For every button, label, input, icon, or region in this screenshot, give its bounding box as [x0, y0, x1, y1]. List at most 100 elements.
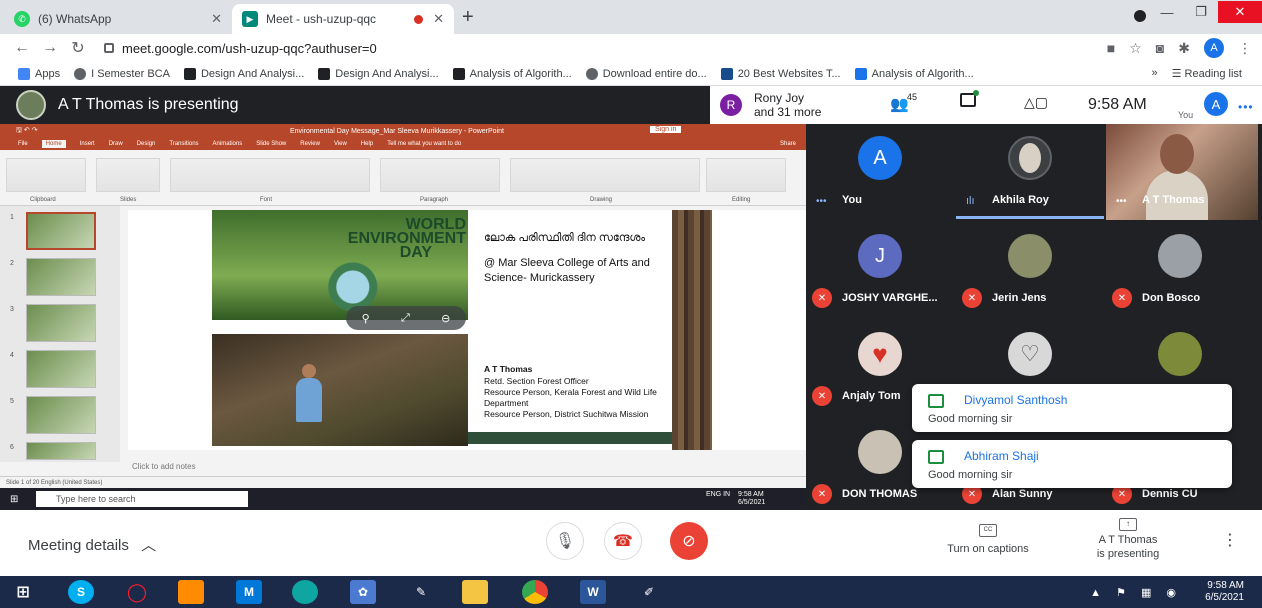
avatar — [858, 430, 902, 474]
ppt-tab: Slide Show — [256, 141, 287, 147]
participant-tile[interactable]: ✕ Don Bosco — [1106, 222, 1254, 318]
leave-call-button[interactable]: ☎ — [604, 522, 642, 560]
paint-icon[interactable]: ✐ — [636, 580, 662, 604]
skype-icon[interactable]: S — [68, 580, 94, 604]
captions-button[interactable]: CC Turn on captions — [938, 522, 1038, 555]
chrome-icon[interactable] — [522, 580, 548, 604]
slide-thumb — [26, 212, 96, 250]
windows-start-icon[interactable]: ⊞ — [10, 580, 36, 604]
ppt-ribbon: Clipboard Slides Font Paragraph Drawing … — [0, 150, 806, 206]
camera-icon[interactable]: ■ — [1107, 40, 1115, 56]
globe-icon — [74, 67, 87, 80]
tray-icons[interactable]: ▲ ⚑ ▦ ◉ — [1090, 586, 1182, 599]
activities-icon[interactable]: △▢ — [1024, 94, 1048, 111]
close-icon[interactable]: ✕ — [211, 11, 222, 27]
participant-tile[interactable]: A ••• You — [806, 124, 954, 220]
file-explorer-icon[interactable] — [462, 580, 488, 604]
participant-name: Don Bosco — [1142, 292, 1201, 304]
reload-icon[interactable]: ↻ — [64, 38, 92, 58]
profile-avatar[interactable]: A — [1204, 38, 1224, 58]
menu-icon[interactable]: ⋮ — [1238, 40, 1252, 57]
star-icon[interactable]: ☆ — [1129, 40, 1142, 57]
extensions-icon[interactable]: ✱ — [1178, 40, 1190, 57]
bookmark-apps[interactable]: Apps — [18, 67, 60, 80]
reading-list[interactable]: ☰ Reading list — [1172, 67, 1242, 80]
participant-name: Jerin Jens — [992, 292, 1047, 304]
presenting-banner: A T Thomas is presenting — [16, 90, 239, 120]
ppt-tab: Draw — [108, 141, 123, 147]
microphone-button[interactable]: 🎙 — [546, 522, 584, 560]
chevron-up-icon: ︿ — [141, 537, 157, 554]
slide-thumb — [26, 258, 96, 296]
participant-tile[interactable]: ılı Akhila Roy — [956, 124, 1104, 220]
presenter-status-button[interactable]: ↑ A T Thomas is presenting — [1078, 516, 1178, 561]
back-icon[interactable]: ← — [8, 39, 36, 57]
camera-off-button[interactable]: ⊘ — [670, 522, 708, 560]
tools-icon[interactable]: ✎ — [408, 580, 434, 604]
address-bar[interactable]: meet.google.com/ush-uzup-qqc?authuser=0 — [104, 37, 1064, 59]
ppt-doc-title: Environmental Day Message_Mar Sleeva Mur… — [290, 127, 504, 135]
window-close-icon[interactable]: ✕ — [1218, 1, 1262, 23]
slide-college: @ Mar Sleeva College of Arts and Science… — [484, 257, 650, 284]
more-dots-icon: ••• — [816, 196, 827, 207]
expand-icon[interactable]: ⤢ — [401, 312, 410, 325]
bold-b-icon — [183, 67, 196, 80]
tab-meet[interactable]: ▶ Meet - ush-uzup-qqc ✕ — [232, 4, 454, 34]
participant-name: Dennis CU — [1142, 488, 1198, 500]
tab-whatsapp[interactable]: ✆ (6) WhatsApp ✕ — [4, 4, 232, 34]
chat-icon[interactable] — [960, 90, 979, 107]
present-icon: ↑ — [1119, 518, 1137, 531]
bold-b-icon — [452, 67, 465, 80]
photos-icon[interactable] — [178, 580, 204, 604]
self-avatar[interactable]: A — [1204, 92, 1228, 116]
presenter-face — [1160, 134, 1194, 174]
maximize-icon[interactable]: ❐ — [1184, 4, 1218, 20]
bookmark-analysis1[interactable]: Analysis of Algorith... — [452, 67, 572, 80]
browser-tabbar: ✆ (6) WhatsApp ✕ ▶ Meet - ush-uzup-qqc ✕… — [0, 0, 1262, 34]
minimize-icon[interactable]: — — [1150, 5, 1184, 20]
bookmark-download[interactable]: Download entire do... — [585, 67, 707, 80]
edge-icon[interactable] — [292, 580, 318, 604]
chat-notification[interactable]: Abhiram Shaji Good morning sir — [912, 440, 1232, 488]
chat-notification[interactable]: Divyamol Santhosh Good morning sir — [912, 384, 1232, 432]
mic-off-icon: ✕ — [1112, 288, 1132, 308]
opera-icon[interactable]: ◯ — [124, 580, 150, 604]
slide: WORLD ENVIRONMENT DAY ⚲ ⤢ ⊖ ലോക പരിസ്ഥിത… — [212, 210, 712, 450]
more-dots-icon[interactable]: ••• — [1238, 100, 1254, 114]
bookmark-design2[interactable]: Design And Analysi... — [318, 67, 439, 80]
ppt-ribbon-tabs: File Home Insert Draw Design Transitions… — [0, 138, 806, 150]
participant-grid: A ••• You ılı Akhila Roy ••• A T Thomas … — [806, 124, 1262, 510]
chat-icon — [928, 450, 944, 464]
close-icon[interactable]: ✕ — [433, 11, 444, 27]
people-icon[interactable]: 👥 — [890, 95, 909, 113]
bookmark-design1[interactable]: Design And Analysi... — [183, 67, 304, 80]
bookmark-semester[interactable]: I Semester BCA — [74, 67, 170, 80]
settings-icon[interactable]: ✿ — [350, 580, 376, 604]
new-tab-button[interactable]: + — [462, 6, 474, 29]
word-icon[interactable]: W — [580, 580, 606, 604]
slide-thumb — [26, 396, 96, 434]
participant-tile[interactable]: ✕ Jerin Jens — [956, 222, 1104, 318]
more-options-icon[interactable]: ⋮ — [1222, 530, 1238, 550]
screenshot-icon[interactable]: ◙ — [1156, 40, 1164, 56]
chat-sender: Divyamol Santhosh — [964, 393, 1068, 407]
meeting-details-button[interactable]: Meeting details ︿ — [28, 534, 156, 555]
meet-controls-bar: Meeting details ︿ 🎙 ☎ ⊘ CC Turn on capti… — [0, 510, 1262, 576]
participant-tile[interactable]: J ✕ JOSHY VARGHE... — [806, 222, 954, 318]
bookmark-websites[interactable]: 20 Best Websites T... — [720, 67, 841, 80]
bookmark-analysis2[interactable]: Analysis of Algorith... — [854, 67, 974, 80]
bookmarks-bar: Apps I Semester BCA Design And Analysi..… — [0, 62, 1262, 86]
speaking-underline — [956, 216, 1104, 219]
bookmarks-more[interactable]: » — [1151, 67, 1157, 80]
remove-icon[interactable]: ⊖ — [441, 312, 450, 325]
presenter-video-tile[interactable]: ••• A T Thomas — [1106, 124, 1258, 220]
people-count: 45 — [907, 92, 918, 102]
app-icon[interactable]: M — [236, 580, 262, 604]
profile-status-icon[interactable] — [1134, 10, 1146, 22]
ppt-tab: Help — [360, 141, 374, 147]
forward-icon[interactable]: → — [36, 39, 64, 57]
chat-message: Good morning sir — [928, 469, 1013, 481]
pin-icon[interactable]: ⚲ — [362, 312, 370, 325]
taskbar-clock[interactable]: 9:58 AM 6/5/2021 — [1205, 580, 1244, 604]
ribbon-clipboard — [6, 158, 86, 192]
